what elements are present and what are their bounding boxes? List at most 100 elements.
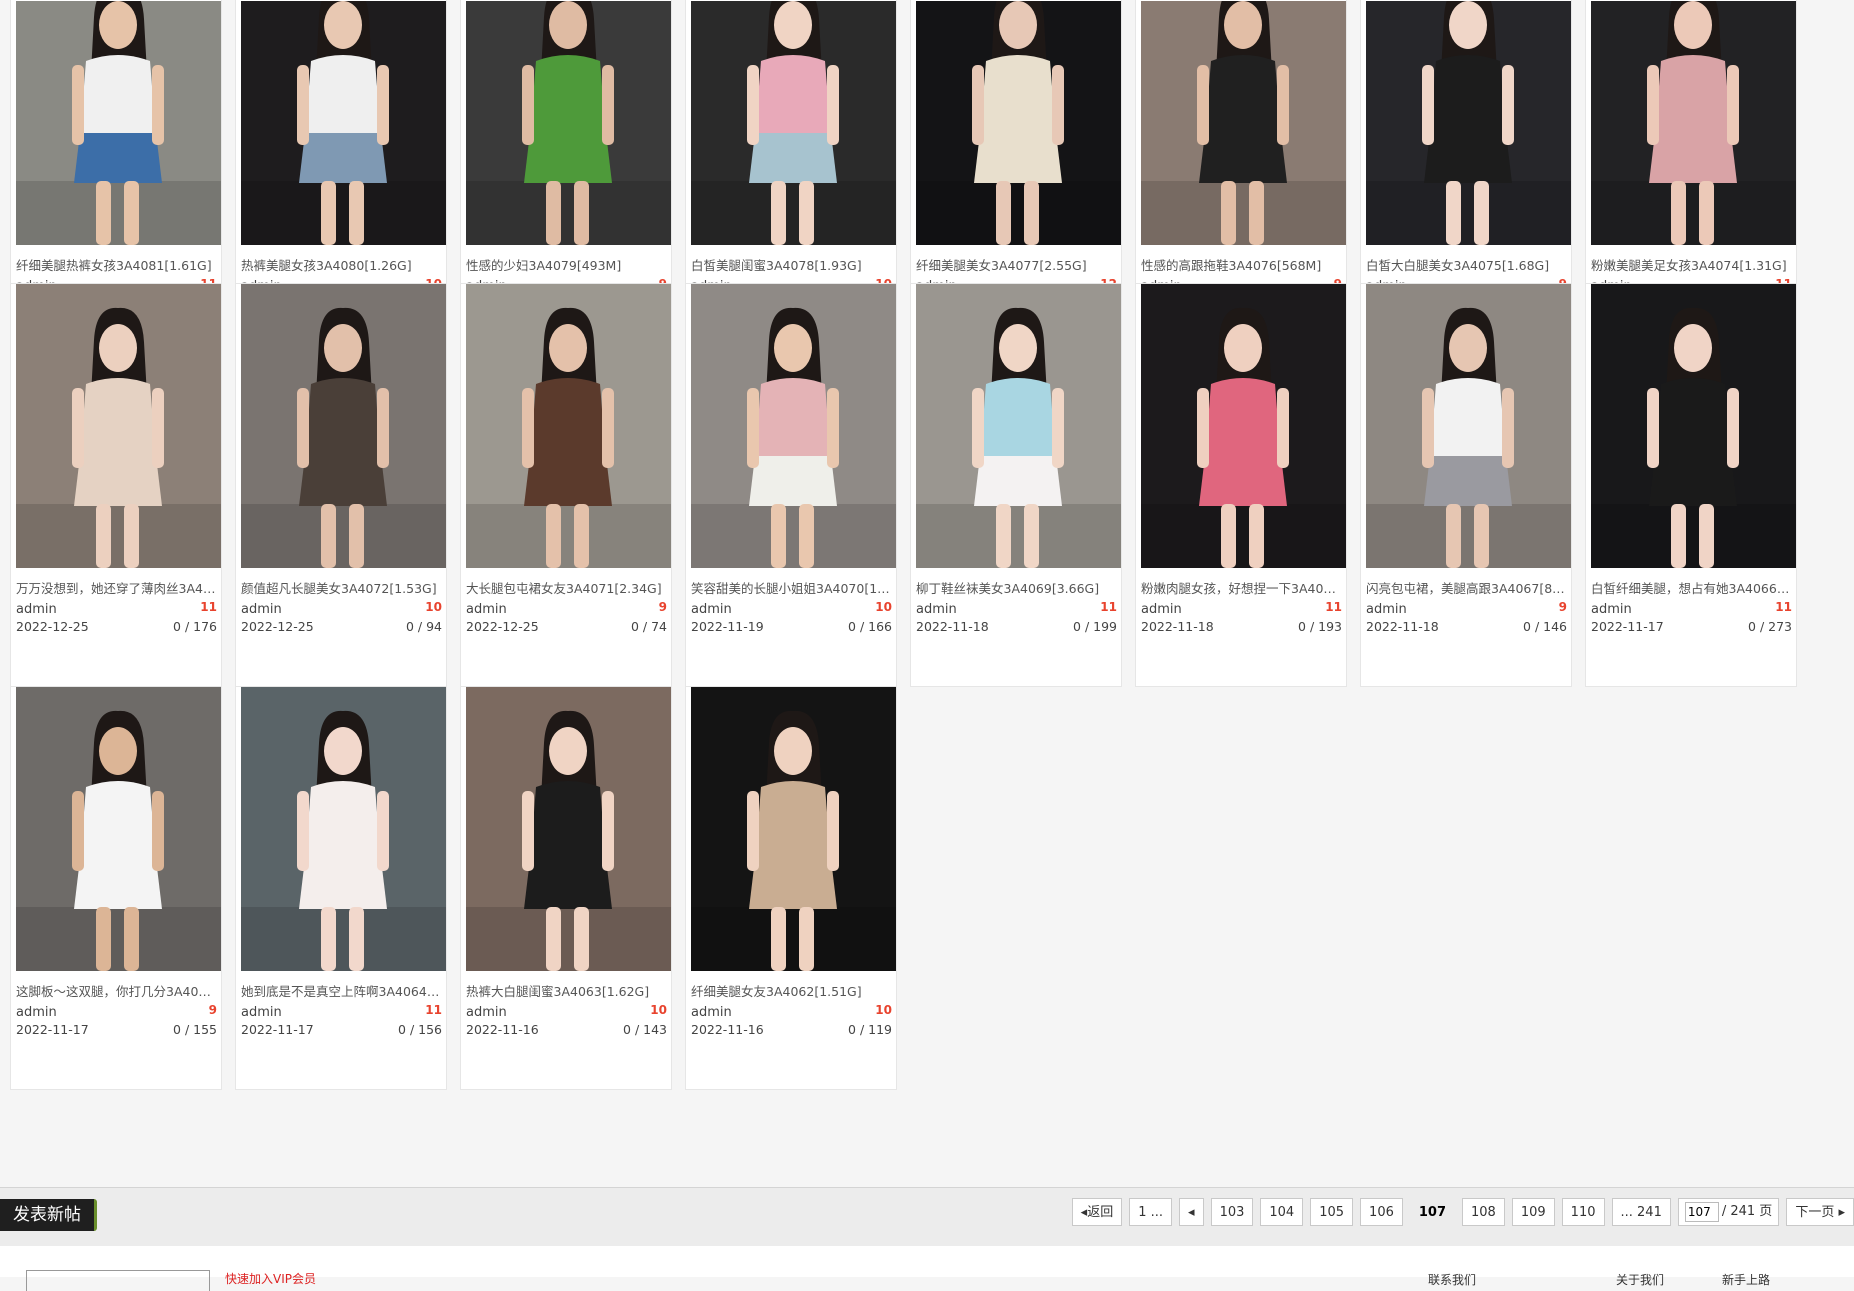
thread-title[interactable]: 她到底是不是真空上阵啊3A4064[69... [241, 981, 443, 1000]
thread-thumbnail[interactable] [16, 1, 221, 245]
thread-title[interactable]: 笑容甜美的长腿小姐姐3A4070[186M] [691, 578, 893, 597]
thread-card[interactable]: 万万没想到，她还穿了薄肉丝3A4073[... admin 2022-12-25 11… [10, 283, 222, 687]
thread-title[interactable]: 柳丁鞋丝袜美女3A4069[3.66G] [916, 578, 1118, 597]
current-page[interactable]: 107 [1410, 1198, 1455, 1226]
help-link[interactable]: 新手上路 [1722, 1271, 1770, 1288]
thread-thumbnail[interactable] [1591, 284, 1796, 568]
thread-card[interactable]: 柳丁鞋丝袜美女3A4069[3.66G] admin 2022-11-18 11 0 /… [910, 283, 1122, 687]
thread-author[interactable]: admin [1141, 602, 1182, 617]
thread-author[interactable]: admin [466, 602, 507, 617]
thread-thumbnail[interactable] [16, 284, 221, 568]
thread-thumbnail[interactable] [241, 1, 446, 245]
thread-title[interactable]: 性感的高跟拖鞋3A4076[568M] [1141, 255, 1343, 274]
page-link[interactable]: 104 [1260, 1198, 1304, 1226]
contact-link[interactable]: 联系我们 [1428, 1271, 1476, 1288]
thread-author[interactable]: admin [1366, 602, 1407, 617]
photo-image [241, 1, 446, 245]
thread-title[interactable]: 大长腿包屯裙女友3A4071[2.34G] [466, 578, 668, 597]
thread-thumbnail[interactable] [16, 687, 221, 971]
thread-thumbnail[interactable] [916, 1, 1121, 245]
thread-card[interactable]: 纤细美腿女友3A4062[1.51G] admin 2022-11-16 10 0 / … [685, 686, 897, 1090]
thread-title[interactable]: 热裤美腿女孩3A4080[1.26G] [241, 255, 443, 274]
footer-search-box[interactable] [26, 1270, 210, 1291]
thread-author[interactable]: admin [691, 1005, 732, 1020]
thread-thumbnail[interactable] [916, 284, 1121, 568]
last-page-link[interactable]: ... 241 [1611, 1198, 1671, 1226]
thread-card[interactable]: 大长腿包屯裙女友3A4071[2.34G] admin 2022-12-25 9 0 /… [460, 283, 672, 687]
thread-title[interactable]: 白皙大白腿美女3A4075[1.68G] [1366, 255, 1568, 274]
next-page-button[interactable]: 下一页 ▸ [1786, 1198, 1854, 1226]
about-link[interactable]: 关于我们 [1616, 1271, 1664, 1288]
back-button[interactable]: ◂返回 [1071, 1198, 1123, 1226]
reply-count-badge: 9 [208, 1003, 217, 1017]
page-link[interactable]: 106 [1360, 1198, 1403, 1226]
photo-image [1591, 1, 1796, 245]
thread-title[interactable]: 白皙美腿闺蜜3A4078[1.93G] [691, 255, 893, 274]
thread-title[interactable]: 纤细美腿热裤女孩3A4081[1.61G] [16, 255, 218, 274]
thread-title[interactable]: 闪亮包屯裙，美腿高跟3A4067[865M] [1366, 578, 1568, 597]
thread-thumbnail[interactable] [691, 1, 896, 245]
thread-thumbnail[interactable] [1366, 1, 1571, 245]
thread-author[interactable]: admin [916, 602, 957, 617]
new-post-button[interactable]: 发表新帖 [0, 1199, 97, 1231]
page-link[interactable]: 110 [1561, 1198, 1605, 1226]
thread-card[interactable]: 她到底是不是真空上阵啊3A4064[69... admin 2022-11-17 11… [235, 686, 447, 1090]
thread-thumbnail[interactable] [466, 687, 671, 971]
thread-author[interactable]: admin [691, 602, 732, 617]
thread-thumbnail[interactable] [241, 284, 446, 568]
thread-title[interactable]: 这脚板～这双腿，你打几分3A4065[... [16, 981, 218, 1000]
thread-card[interactable]: 白皙纤细美腿，想占有她3A4066[3.... admin 2022-11-17 11… [1585, 283, 1797, 687]
page-jump: / 241 页 [1677, 1198, 1780, 1226]
thread-thumbnail[interactable] [466, 1, 671, 245]
thread-thumbnail[interactable] [1141, 284, 1346, 568]
page-link[interactable]: 109 [1511, 1198, 1555, 1226]
thread-thumbnail[interactable] [691, 284, 896, 568]
page-link[interactable]: 103 [1210, 1198, 1254, 1226]
photo-image [241, 687, 446, 971]
thread-title[interactable]: 颜值超凡长腿美女3A4072[1.53G] [241, 578, 443, 597]
reply-count-badge: 11 [1775, 600, 1792, 614]
thread-author[interactable]: admin [466, 1005, 507, 1020]
thread-card[interactable]: 颜值超凡长腿美女3A4072[1.53G] admin 2022-12-25 10 0 … [235, 283, 447, 687]
thread-author[interactable]: admin [241, 1005, 282, 1020]
thread-thumbnail[interactable] [1591, 1, 1796, 245]
thread-stats: 0 / 193 [1298, 619, 1342, 634]
thread-title[interactable]: 万万没想到，她还穿了薄肉丝3A4073[... [16, 578, 218, 597]
thread-title[interactable]: 白皙纤细美腿，想占有她3A4066[3.... [1591, 578, 1793, 597]
thread-thumbnail[interactable] [1141, 1, 1346, 245]
thread-card[interactable]: 闪亮包屯裙，美腿高跟3A4067[865M] admin 2022-11-18 9 0 … [1360, 283, 1572, 687]
vip-link[interactable]: 快速加入VIP会员 [225, 1270, 316, 1287]
photo-image [16, 1, 221, 245]
thread-date: 2022-11-17 [16, 1022, 89, 1037]
thread-title[interactable]: 粉嫩美腿美足女孩3A4074[1.31G] [1591, 255, 1793, 274]
thread-card[interactable]: 这脚板～这双腿，你打几分3A4065[... admin 2022-11-17 9 0 … [10, 686, 222, 1090]
reply-count-badge: 10 [425, 600, 442, 614]
thread-title[interactable]: 热裤大白腿闺蜜3A4063[1.62G] [466, 981, 668, 1000]
thread-author[interactable]: admin [241, 602, 282, 617]
thread-date: 2022-11-17 [1591, 619, 1664, 634]
thread-thumbnail[interactable] [691, 687, 896, 971]
page-link[interactable]: 108 [1462, 1198, 1505, 1226]
thread-thumbnail[interactable] [1366, 284, 1571, 568]
prev-page-button[interactable]: ◂ [1179, 1198, 1204, 1226]
thread-title[interactable]: 纤细美腿女友3A4062[1.51G] [691, 981, 893, 1000]
thread-stats: 0 / 166 [848, 619, 892, 634]
thread-title[interactable]: 性感的少妇3A4079[493M] [466, 255, 668, 274]
thread-title[interactable]: 粉嫩肉腿女孩，好想捏一下3A4068[... [1141, 578, 1343, 597]
photo-image [691, 687, 896, 971]
thread-author[interactable]: admin [16, 602, 57, 617]
reply-count-badge: 9 [1558, 600, 1567, 614]
thread-title[interactable]: 纤细美腿美女3A4077[2.55G] [916, 255, 1118, 274]
first-page-link[interactable]: 1 ... [1129, 1198, 1173, 1226]
next-label: 下一页 [1795, 1205, 1835, 1220]
thread-author[interactable]: admin [16, 1005, 57, 1020]
thread-card[interactable]: 粉嫩肉腿女孩，好想捏一下3A4068[... admin 2022-11-18 11 0… [1135, 283, 1347, 687]
thread-thumbnail[interactable] [241, 687, 446, 971]
thread-card[interactable]: 笑容甜美的长腿小姐姐3A4070[186M] admin 2022-11-19 10 0… [685, 283, 897, 687]
page-jump-input[interactable] [1684, 1202, 1719, 1222]
thread-card[interactable]: 热裤大白腿闺蜜3A4063[1.62G] admin 2022-11-16 10 0 /… [460, 686, 672, 1090]
thread-thumbnail[interactable] [466, 284, 671, 568]
thread-author[interactable]: admin [1591, 602, 1632, 617]
page-link[interactable]: 105 [1310, 1198, 1354, 1226]
reply-count-badge: 11 [425, 1003, 442, 1017]
